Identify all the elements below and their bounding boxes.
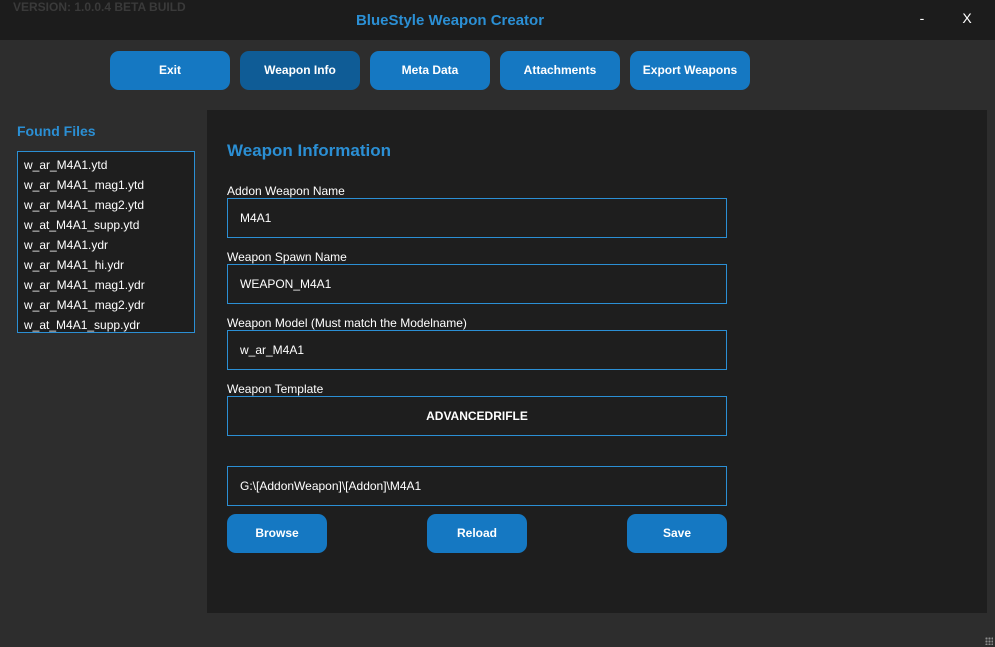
close-button[interactable]: X [952,10,982,32]
list-item[interactable]: w_at_M4A1_supp.ydr [18,316,194,336]
weapon-template-label: Weapon Template [227,382,324,396]
browse-button[interactable]: Browse [227,514,327,553]
save-button[interactable]: Save [627,514,727,553]
weapon-template-select[interactable]: ADVANCEDRIFLE [227,396,727,436]
weapon-info-panel: Weapon Information Addon Weapon Name M4A… [207,110,987,613]
title-bar: VERSION: 1.0.0.4 BETA BUILD BlueStyle We… [0,0,995,40]
path-input[interactable]: G:\[AddonWeapon]\[Addon]\M4A1 [227,466,727,506]
list-item[interactable]: w_ar_M4A1_hi.ydr [18,256,194,276]
found-files-title: Found Files [17,123,96,139]
list-item[interactable]: w_ar_M4A1.ytd [18,156,194,176]
list-item[interactable]: w_at_M4A1_supp.ytd [18,216,194,236]
addon-weapon-name-input[interactable]: M4A1 [227,198,727,238]
weapon-model-label: Weapon Model (Must match the Modelname) [227,316,467,330]
tab-weapon-info[interactable]: Weapon Info [240,51,360,90]
page-title: Weapon Information [227,141,392,160]
list-item[interactable]: w_ar_M4A1_mag1.ytd [18,176,194,196]
list-item[interactable]: w_ar_M4A1_mag1.ydr [18,276,194,296]
app-title: BlueStyle Weapon Creator [355,12,545,29]
list-item[interactable]: w_ar_M4A1_mag2.ytd [18,196,194,216]
tab-attachments[interactable]: Attachments [500,51,620,90]
resize-grip-icon[interactable] [985,637,993,645]
export-weapons-button[interactable]: Export Weapons [630,51,750,90]
weapon-spawn-name-label: Weapon Spawn Name [227,250,347,264]
reload-button[interactable]: Reload [427,514,527,553]
addon-weapon-name-label: Addon Weapon Name [227,184,345,198]
tab-meta-data[interactable]: Meta Data [370,51,490,90]
weapon-spawn-name-input[interactable]: WEAPON_M4A1 [227,264,727,304]
weapon-model-input[interactable]: w_ar_M4A1 [227,330,727,370]
exit-button[interactable]: Exit [110,51,230,90]
found-files-list[interactable]: w_ar_M4A1.ytd w_ar_M4A1_mag1.ytd w_ar_M4… [17,151,195,333]
list-item[interactable]: w_ar_M4A1_mag2.ydr [18,296,194,316]
list-item[interactable]: w_ar_M4A1.ydr [18,236,194,256]
minimize-button[interactable]: - [907,10,937,32]
